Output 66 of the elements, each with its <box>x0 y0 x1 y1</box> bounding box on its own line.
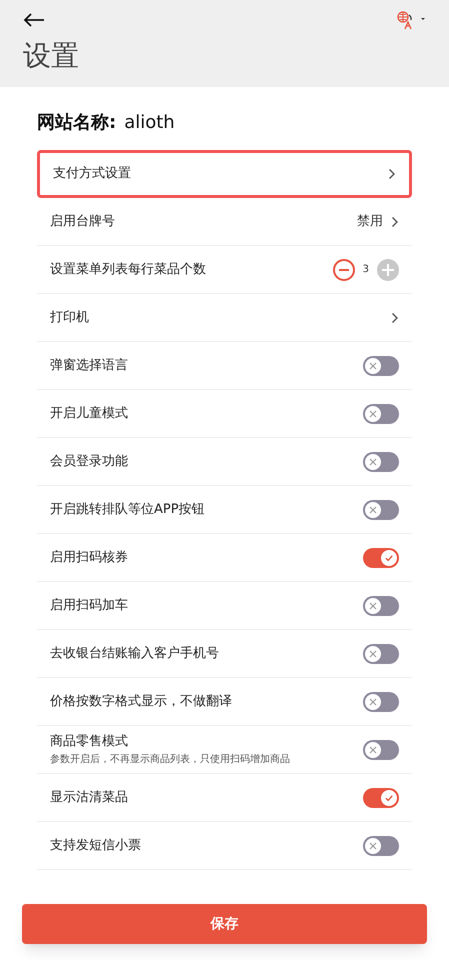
row-label: 去收银台结账输入客户手机号 <box>50 644 219 663</box>
row-label: 启用扫码加车 <box>50 596 128 615</box>
close-icon <box>369 698 377 706</box>
page-title: 设置 <box>23 42 80 70</box>
chevron-right-icon <box>391 312 399 324</box>
settings-row[interactable]: 开启跳转排队等位APP按钮 <box>37 486 412 534</box>
row-label: 显示沽清菜品 <box>50 788 128 807</box>
settings-row[interactable]: 设置菜单列表每行菜品个数 3 <box>37 246 412 294</box>
toggle-switch[interactable] <box>363 644 399 664</box>
plus-button[interactable] <box>377 258 399 280</box>
row-label: 支付方式设置 <box>53 165 131 184</box>
settings-row[interactable]: 打印机 <box>37 294 412 342</box>
settings-row[interactable]: 启用扫码加车 <box>37 582 412 630</box>
toggle-switch[interactable] <box>363 452 399 472</box>
toggle-switch[interactable] <box>363 836 399 856</box>
close-icon <box>369 650 377 658</box>
row-label: 设置菜单列表每行菜品个数 <box>50 260 206 279</box>
settings-row[interactable]: 价格按数字格式显示，不做翻译 <box>37 678 412 726</box>
row-label: 弹窗选择语言 <box>50 356 128 375</box>
settings-row[interactable]: 商品零售模式 参数开启后，不再显示商品列表，只使用扫码增加商品 <box>37 726 412 774</box>
chevron-right-icon <box>391 216 399 228</box>
row-label: 开启儿童模式 <box>50 404 128 423</box>
site-name-value: alioth <box>124 111 175 135</box>
back-arrow-icon[interactable] <box>23 12 45 28</box>
settings-row[interactable]: 支付方式设置 <box>37 150 412 198</box>
close-icon <box>369 362 377 370</box>
toggle-switch[interactable] <box>363 788 399 808</box>
settings-row[interactable]: 显示沽清菜品 <box>37 774 412 822</box>
close-icon <box>369 842 377 850</box>
row-label: 商品零售模式 <box>50 733 129 752</box>
settings-row[interactable]: 会员登录功能 <box>37 438 412 486</box>
row-label: 支持发短信小票 <box>50 836 141 855</box>
close-icon <box>369 410 377 418</box>
toggle-switch[interactable] <box>363 500 399 520</box>
settings-row[interactable]: 去收银台结账输入客户手机号 <box>37 630 412 678</box>
settings-row[interactable]: 弹窗选择语言 <box>37 342 412 390</box>
site-name-label: 网站名称: <box>37 111 116 135</box>
row-label: 价格按数字格式显示，不做翻译 <box>50 692 232 711</box>
settings-row[interactable]: 启用台牌号 禁用 <box>37 198 412 246</box>
chevron-right-icon <box>388 168 396 180</box>
save-button[interactable]: 保存 <box>22 904 427 944</box>
toggle-switch[interactable] <box>363 596 399 616</box>
close-icon <box>369 506 377 514</box>
close-icon <box>369 458 377 466</box>
row-label: 开启跳转排队等位APP按钮 <box>50 500 205 519</box>
row-label: 启用台牌号 <box>50 212 115 231</box>
translate-icon[interactable] <box>396 10 426 30</box>
minus-button[interactable] <box>332 258 355 280</box>
toggle-switch[interactable] <box>363 356 399 376</box>
toggle-switch[interactable] <box>363 740 399 760</box>
row-description: 参数开启后，不再显示商品列表，只使用扫码增加商品 <box>50 752 290 767</box>
stepper-value: 3 <box>362 263 369 277</box>
row-label: 打印机 <box>50 308 89 327</box>
close-icon <box>369 746 377 754</box>
row-label: 会员登录功能 <box>50 452 128 471</box>
toggle-switch[interactable] <box>363 692 399 712</box>
check-icon <box>384 552 394 562</box>
row-label: 启用扫码核券 <box>50 548 128 567</box>
settings-row[interactable]: 开启儿童模式 <box>37 390 412 438</box>
settings-row[interactable]: 启用扫码核券 <box>37 534 412 582</box>
toggle-switch[interactable] <box>363 404 399 424</box>
settings-row[interactable]: 支持发短信小票 <box>37 822 412 870</box>
check-icon <box>384 792 394 802</box>
row-value: 禁用 <box>357 212 383 231</box>
close-icon <box>369 602 377 610</box>
toggle-switch[interactable] <box>363 548 399 568</box>
